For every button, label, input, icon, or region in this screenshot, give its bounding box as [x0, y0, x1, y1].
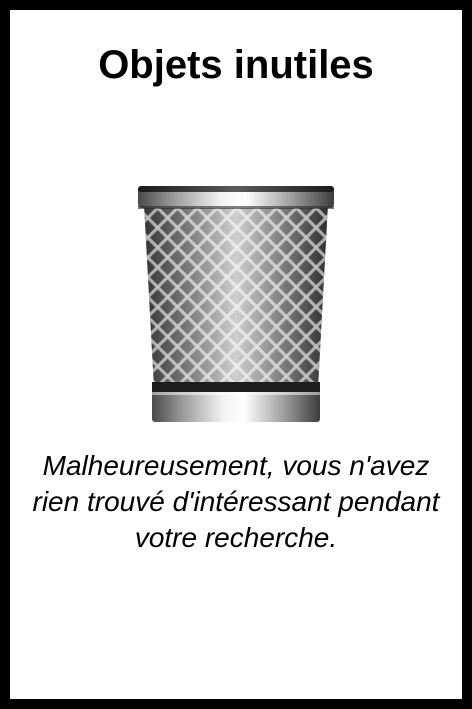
card: Objets inutiles Malheureusement, vous n'…: [0, 0, 472, 709]
trash-bin-icon: [138, 186, 334, 422]
card-message: Malheureusement, vous n'avez rien trouvé…: [32, 450, 440, 553]
card-title: Objets inutiles: [98, 43, 374, 87]
